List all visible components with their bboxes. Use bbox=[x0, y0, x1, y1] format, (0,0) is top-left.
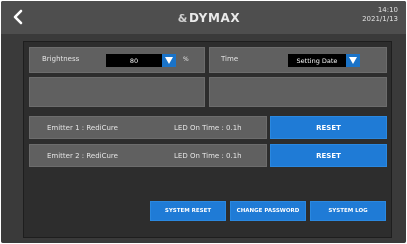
device-screen: & DYMAX 14:10 2021/1/13 Brightness 80 % … bbox=[1, 1, 406, 243]
system-reset-button[interactable]: SYSTEM RESET bbox=[150, 201, 226, 221]
clock: 14:10 2021/1/13 bbox=[362, 6, 398, 24]
chevron-left-icon bbox=[13, 9, 23, 25]
emitter-led-on-time: LED On Time : 0.1h bbox=[174, 152, 242, 160]
emitter-reset-button[interactable]: RESET bbox=[270, 116, 387, 139]
emitter-row: Emitter 2 : RediCure LED On Time : 0.1h bbox=[29, 144, 267, 167]
time-input[interactable]: Setting Date bbox=[288, 54, 346, 67]
time-card: Time Setting Date bbox=[209, 47, 387, 73]
time-dropdown-button[interactable] bbox=[346, 54, 360, 67]
triangle-down-icon bbox=[165, 57, 173, 64]
system-log-button[interactable]: SYSTEM LOG bbox=[310, 201, 386, 221]
triangle-down-icon bbox=[349, 57, 357, 64]
top-bar: & DYMAX 14:10 2021/1/13 bbox=[1, 1, 406, 34]
empty-card-right bbox=[209, 77, 387, 107]
empty-card-left bbox=[29, 77, 205, 107]
brightness-card: Brightness 80 % bbox=[29, 47, 205, 73]
brand-name: DYMAX bbox=[188, 11, 241, 25]
emitter-row: Emitter 1 : RediCure LED On Time : 0.1h bbox=[29, 116, 267, 139]
brand-logo: & DYMAX bbox=[169, 10, 249, 26]
emitter-reset-button[interactable]: RESET bbox=[270, 144, 387, 167]
emitter-led-on-time: LED On Time : 0.1h bbox=[174, 124, 242, 132]
brightness-label: Brightness bbox=[42, 55, 80, 63]
dymax-logo-icon: & bbox=[177, 11, 188, 25]
clock-time: 14:10 bbox=[377, 6, 398, 14]
time-label: Time bbox=[221, 55, 239, 63]
back-button[interactable] bbox=[6, 5, 30, 29]
emitter-name: Emitter 1 : RediCure bbox=[47, 124, 118, 132]
brightness-input[interactable]: 80 bbox=[106, 54, 162, 67]
brightness-dropdown-button[interactable] bbox=[162, 54, 176, 67]
change-password-button[interactable]: CHANGE PASSWORD bbox=[230, 201, 306, 221]
brightness-unit: % bbox=[183, 56, 189, 63]
clock-date: 2021/1/13 bbox=[362, 15, 398, 23]
emitter-name: Emitter 2 : RediCure bbox=[47, 152, 118, 160]
